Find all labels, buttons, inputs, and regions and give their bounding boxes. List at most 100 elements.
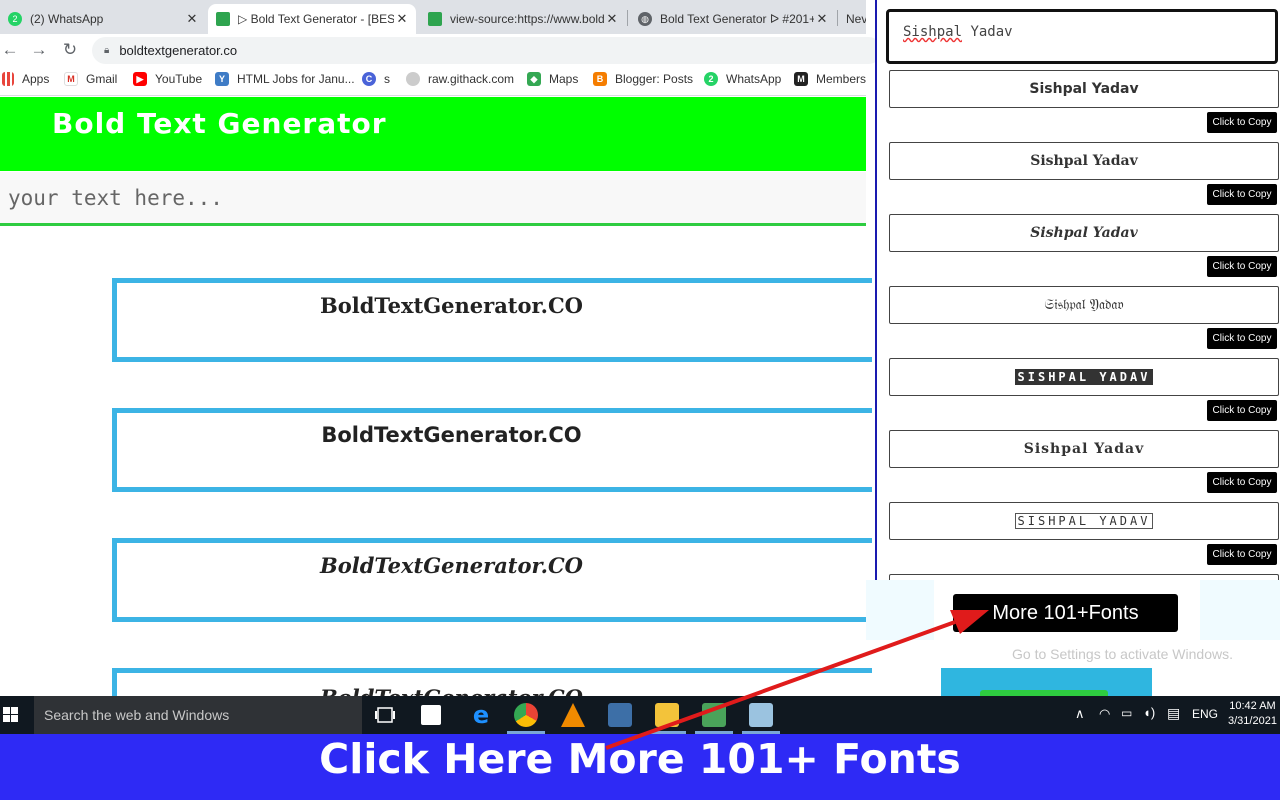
tab-view-source[interactable]: view-source:https://www.bold ✕ xyxy=(420,4,626,34)
url-text: boldtextgenerator.co xyxy=(119,43,238,58)
bookmark-githack[interactable]: raw.githack.com xyxy=(406,72,514,86)
bookmark-label: HTML Jobs for Janu... xyxy=(237,72,355,86)
bookmark-label: Members xyxy=(816,72,867,86)
bookmark-whatsapp[interactable]: 2 WhatsApp xyxy=(704,72,781,86)
copy-button[interactable]: Click to Copy xyxy=(1207,544,1277,565)
back-arrow-icon[interactable]: ← xyxy=(0,40,20,60)
clock-time: 10:42 AM xyxy=(1229,700,1276,712)
copy-button[interactable]: Click to Copy xyxy=(1207,400,1277,421)
font-preview-3[interactable]: Sishpal Yadav xyxy=(889,214,1279,252)
close-icon[interactable]: ✕ xyxy=(394,11,410,27)
clock-date: 3/31/2021 xyxy=(1228,715,1277,727)
font-preview-5[interactable]: SISHPAL YADAV xyxy=(889,358,1279,396)
close-icon[interactable]: ✕ xyxy=(604,11,620,27)
file-explorer-icon[interactable] xyxy=(655,703,679,727)
close-icon[interactable]: ✕ xyxy=(184,11,200,27)
ycombinator-icon: Y xyxy=(215,72,229,86)
members-icon: M xyxy=(794,72,808,86)
font-preview-1[interactable]: Sishpal Yadav xyxy=(889,70,1279,108)
copy-button[interactable]: Click to Copy xyxy=(1207,256,1277,277)
bookmark-youtube[interactable]: ▶ YouTube xyxy=(133,72,202,86)
vlc-icon[interactable] xyxy=(561,703,585,727)
battery-icon[interactable]: ▭ xyxy=(1121,706,1132,720)
input-word-misspelled: Sishpal xyxy=(903,24,963,40)
windows-start-icon[interactable] xyxy=(3,707,19,723)
tab-bold-text-generator-2[interactable]: ◍ Bold Text Generator ᐅ #201+ ✕ xyxy=(630,4,836,34)
copy-button[interactable]: Click to Copy xyxy=(1207,112,1277,133)
font-preview-7[interactable]: SISHPAL YADAV xyxy=(889,502,1279,540)
input-word-rest: Yadav xyxy=(962,24,1013,40)
close-icon[interactable]: ✕ xyxy=(814,11,830,27)
tab-title: (2) WhatsApp xyxy=(30,12,104,26)
output-text: BoldTextGenerator.CO xyxy=(320,293,583,318)
notification-icon[interactable]: ▤ xyxy=(1167,705,1180,722)
blogger-icon: B xyxy=(593,72,607,86)
wifi-icon[interactable]: ◠ xyxy=(1099,706,1110,722)
output-text: BoldTextGenerator.CO xyxy=(320,553,583,578)
youtube-icon: ▶ xyxy=(133,72,147,86)
bookmark-label: WhatsApp xyxy=(726,72,782,86)
chrome-icon[interactable] xyxy=(514,703,538,727)
font-preview-panel: Sishpal Yadav Sishpal Yadav Click to Cop… xyxy=(875,0,1280,582)
browser-tab-bar: 2 (2) WhatsApp ✕ ▷ Bold Text Generator -… xyxy=(0,0,866,34)
output-box-1[interactable]: BoldTextGenerator.CO xyxy=(112,278,872,362)
copy-button[interactable]: Click to Copy xyxy=(1207,184,1277,205)
notepad-icon[interactable] xyxy=(749,703,773,727)
main-text-input[interactable]: your text here... xyxy=(0,172,866,226)
font-preview-text: SISHPAL YADAV xyxy=(1014,513,1154,529)
taskbar-search[interactable]: Search the web and Windows xyxy=(34,696,362,734)
bookmark-html-jobs[interactable]: Y HTML Jobs for Janu... xyxy=(215,72,355,86)
boldtext-icon xyxy=(428,12,442,26)
copy-button[interactable]: Click to Copy xyxy=(1207,328,1277,349)
forward-arrow-icon[interactable]: → xyxy=(29,40,49,60)
bookmark-gmail[interactable]: M Gmail xyxy=(64,72,117,86)
githack-icon xyxy=(406,72,420,86)
chevron-up-icon[interactable]: ∧ xyxy=(1075,706,1085,722)
activate-windows-watermark: Go to Settings to activate Windows. xyxy=(1012,646,1233,662)
bookmark-label: raw.githack.com xyxy=(428,72,515,86)
whatsapp-icon: 2 xyxy=(8,12,22,26)
bookmark-label: Apps xyxy=(22,72,50,86)
task-view-icon[interactable] xyxy=(375,707,395,723)
tab-bold-text-generator[interactable]: ▷ Bold Text Generator - [BEST ✕ xyxy=(208,4,416,34)
bookmark-label: s xyxy=(384,72,390,86)
font-preview-2[interactable]: Sishpal Yadav xyxy=(889,142,1279,180)
more-fonts-bar: More 101+Fonts xyxy=(866,580,1280,640)
apps-grid-icon xyxy=(2,72,14,86)
bookmark-label: Gmail xyxy=(86,72,118,86)
bookmark-members[interactable]: M Members xyxy=(794,72,866,86)
edge-icon[interactable]: e xyxy=(469,703,493,727)
name-input[interactable]: Sishpal Yadav xyxy=(886,9,1278,64)
bookmark-apps[interactable]: Apps xyxy=(2,72,49,86)
tab-title: Nev xyxy=(846,12,866,26)
output-text: BoldTextGenerator.CO xyxy=(321,423,582,447)
output-box-3[interactable]: BoldTextGenerator.CO xyxy=(112,538,872,622)
site-header: Bold Text Generator xyxy=(0,97,866,171)
tab-new[interactable]: Nev xyxy=(838,4,866,34)
globe-icon: ◍ xyxy=(638,12,652,26)
font-preview-6[interactable]: Sishpal Yadav xyxy=(889,430,1279,468)
reload-icon[interactable]: ↻ xyxy=(60,40,80,60)
tab-whatsapp[interactable]: 2 (2) WhatsApp ✕ xyxy=(0,4,206,34)
boldtext-icon xyxy=(216,12,230,26)
language-indicator[interactable]: ENG xyxy=(1192,707,1218,721)
clock[interactable]: 10:42 AM 3/31/2021 xyxy=(1228,699,1277,729)
network-app-icon[interactable] xyxy=(608,703,632,727)
more-fonts-button[interactable]: More 101+Fonts xyxy=(953,594,1178,632)
spreadsheet-icon[interactable] xyxy=(702,703,726,727)
address-bar[interactable]: 🔒︎ boldtextgenerator.co xyxy=(92,37,882,64)
font-preview-4[interactable]: 𝔖𝔦𝔰𝔥𝔭𝔞𝔩 𝔜𝔞𝔡𝔞𝔳 xyxy=(889,286,1279,324)
maps-icon: ◆ xyxy=(527,72,541,86)
volume-icon[interactable]: ◖) xyxy=(1143,705,1155,720)
tab-separator xyxy=(627,10,628,26)
output-box-2[interactable]: BoldTextGenerator.CO xyxy=(112,408,872,492)
bookmark-blogger[interactable]: B Blogger: Posts xyxy=(593,72,693,86)
bookmark-s[interactable]: C s xyxy=(362,72,390,86)
lock-icon: 🔒︎ xyxy=(104,45,110,56)
gmail-icon: M xyxy=(64,72,78,86)
bookmark-maps[interactable]: ◆ Maps xyxy=(527,72,578,86)
browser-toolbar: ← → ↻ 🔒︎ boldtextgenerator.co xyxy=(0,34,882,66)
site-title[interactable]: Bold Text Generator xyxy=(52,107,387,140)
copy-button[interactable]: Click to Copy xyxy=(1207,472,1277,493)
store-icon[interactable] xyxy=(421,705,441,725)
